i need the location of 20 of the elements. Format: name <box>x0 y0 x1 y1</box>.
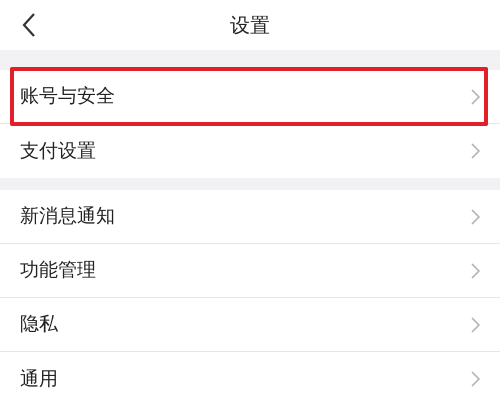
page-title: 设置 <box>230 12 270 39</box>
settings-item[interactable]: 账号与安全 <box>0 70 500 124</box>
settings-item[interactable]: 功能管理 <box>0 244 500 298</box>
chevron-right-icon <box>471 262 480 278</box>
settings-item[interactable]: 新消息通知 <box>0 190 500 244</box>
chevron-right-icon <box>471 143 480 159</box>
back-icon[interactable] <box>22 12 36 38</box>
item-label: 新消息通知 <box>20 204 115 230</box>
settings-item[interactable]: 支付设置 <box>0 124 500 178</box>
settings-item[interactable]: 隐私 <box>0 298 500 352</box>
chevron-right-icon <box>471 371 480 387</box>
item-label: 隐私 <box>20 312 58 338</box>
item-label: 功能管理 <box>20 258 96 284</box>
chevron-right-icon <box>471 316 480 332</box>
item-label: 通用 <box>20 366 58 392</box>
chevron-right-icon <box>471 88 480 104</box>
item-label: 支付设置 <box>20 138 96 164</box>
chevron-right-icon <box>471 208 480 224</box>
settings-item[interactable]: 通用 <box>0 352 500 400</box>
item-label: 账号与安全 <box>20 84 115 110</box>
